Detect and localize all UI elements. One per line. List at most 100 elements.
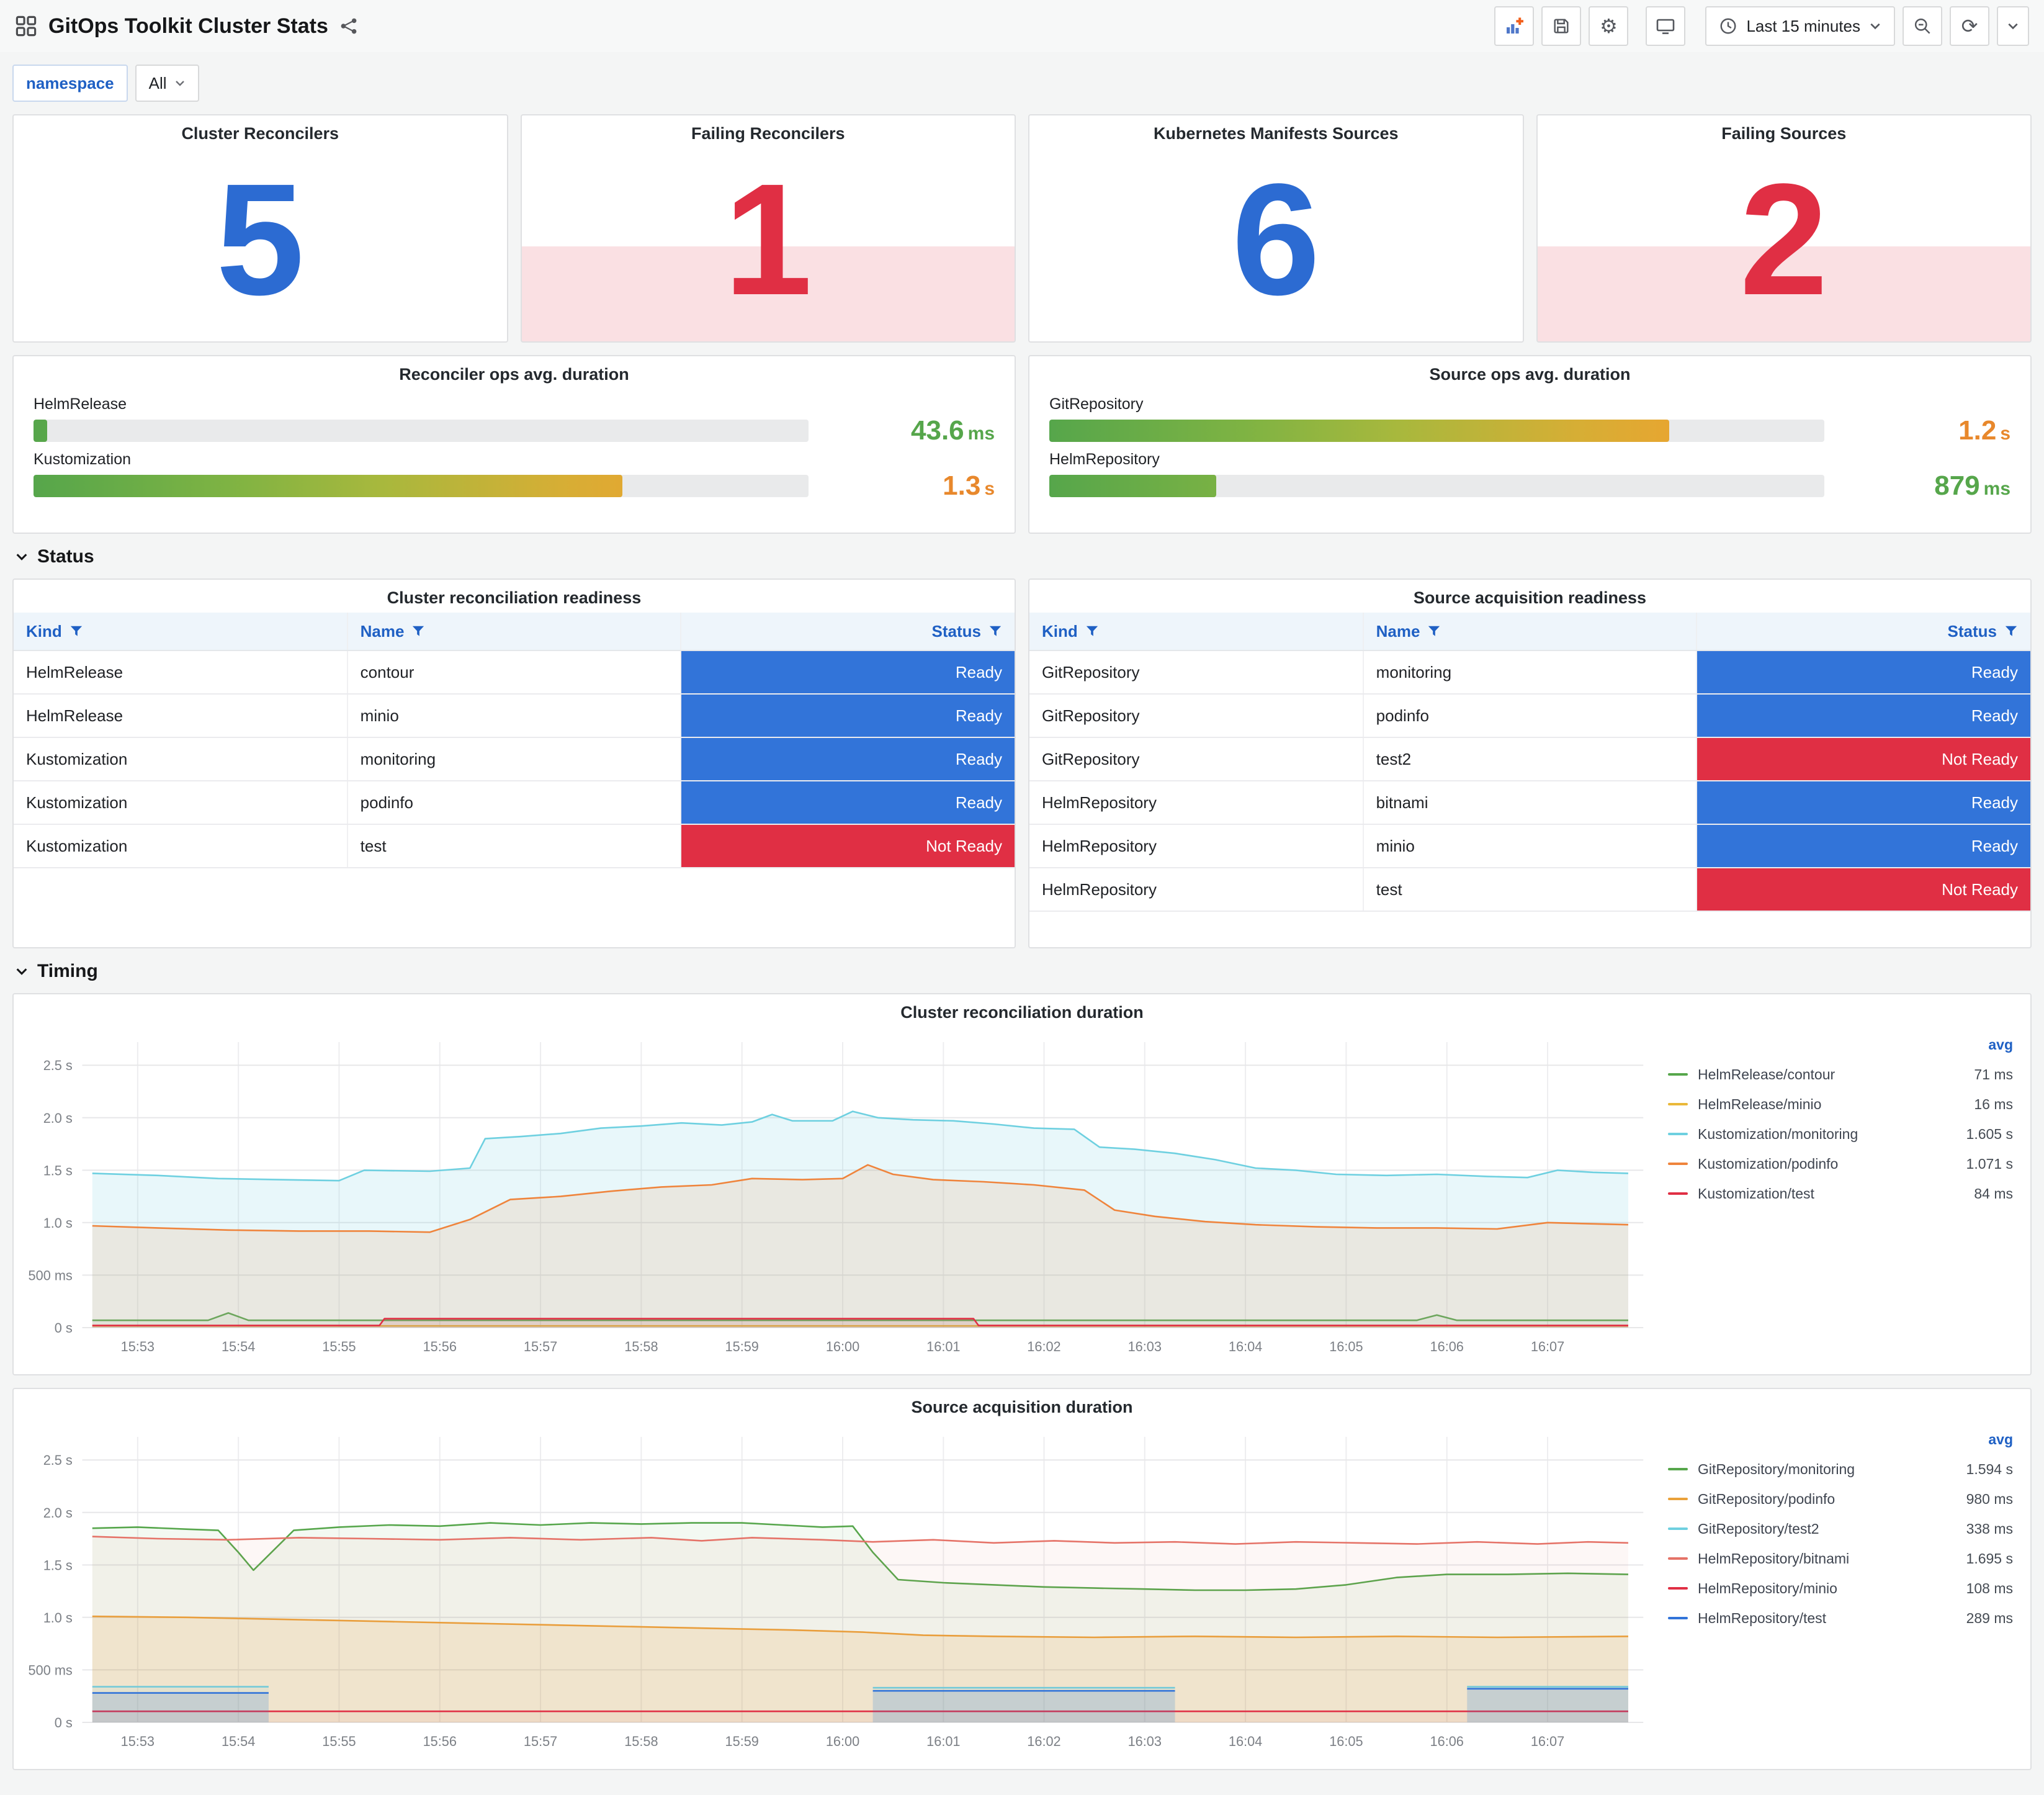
table-row: GitRepository podinfo Ready bbox=[1029, 694, 2030, 738]
add-panel-button[interactable] bbox=[1494, 6, 1535, 46]
cell-name: podinfo bbox=[347, 781, 682, 825]
gauge-label: GitRepository bbox=[1049, 395, 1144, 413]
legend-item[interactable]: HelmRelease/minio 16 ms bbox=[1668, 1089, 2013, 1119]
gauge-fill bbox=[34, 420, 48, 442]
series-avg-value: 71 ms bbox=[1974, 1066, 2013, 1082]
svg-text:16:01: 16:01 bbox=[926, 1339, 960, 1354]
section-timing[interactable]: Timing bbox=[15, 961, 2029, 982]
panel-title[interactable]: Source ops avg. duration bbox=[1029, 356, 2030, 389]
filter-funnel-icon[interactable] bbox=[2004, 624, 2018, 638]
panel-title[interactable]: Failing Sources bbox=[1538, 115, 2030, 148]
series-color-dash bbox=[1668, 1163, 1688, 1165]
svg-text:16:06: 16:06 bbox=[1430, 1339, 1464, 1354]
refresh-interval-button[interactable] bbox=[1997, 6, 2029, 46]
variable-value-dropdown[interactable]: All bbox=[135, 65, 199, 102]
time-range-picker[interactable]: Last 15 minutes bbox=[1705, 6, 1895, 46]
cell-kind: HelmRelease bbox=[14, 650, 348, 695]
svg-text:0 s: 0 s bbox=[55, 1320, 73, 1336]
series-color-dash bbox=[1668, 1073, 1688, 1076]
zoom-out-time-button[interactable] bbox=[1903, 6, 1942, 46]
column-header-status[interactable]: Status bbox=[1697, 613, 2030, 651]
svg-text:2.0 s: 2.0 s bbox=[43, 1110, 73, 1126]
svg-text:16:03: 16:03 bbox=[1128, 1339, 1162, 1354]
top-bar: GitOps Toolkit Cluster Stats ⚙ Last 15 m… bbox=[0, 0, 2044, 52]
tables-row: Cluster reconciliation readiness Kind Nam… bbox=[12, 578, 2032, 948]
svg-text:16:04: 16:04 bbox=[1229, 1339, 1262, 1354]
legend-item[interactable]: Kustomization/test 84 ms bbox=[1668, 1179, 2013, 1208]
column-header-kind[interactable]: Kind bbox=[1029, 613, 1364, 651]
bar-gauge: HelmRelease 43.6 ms bbox=[34, 395, 995, 444]
cycle-view-button[interactable] bbox=[1646, 6, 1686, 46]
share-icon[interactable] bbox=[339, 17, 358, 35]
legend-item[interactable]: GitRepository/test2 338 ms bbox=[1668, 1514, 2013, 1544]
chart-legend: avg HelmRelease/contour 71 ms HelmRelease/m… bbox=[1656, 1027, 2020, 1360]
section-status[interactable]: Status bbox=[15, 546, 2029, 567]
panel-title[interactable]: Cluster reconciliation readiness bbox=[14, 580, 1015, 613]
legend-item[interactable]: HelmRepository/test 289 ms bbox=[1668, 1603, 2013, 1633]
stat-value: 5 bbox=[216, 151, 305, 329]
legend-item[interactable]: HelmRepository/minio 108 ms bbox=[1668, 1573, 2013, 1603]
filter-funnel-icon[interactable] bbox=[69, 624, 83, 638]
cell-kind: Kustomization bbox=[14, 781, 348, 825]
legend-item[interactable]: GitRepository/podinfo 980 ms bbox=[1668, 1484, 2013, 1514]
gauges-row: Reconciler ops avg. duration HelmRelease… bbox=[12, 355, 2032, 534]
filter-funnel-icon[interactable] bbox=[1085, 624, 1099, 638]
panel-title[interactable]: Failing Reconcilers bbox=[522, 115, 1015, 148]
legend-item[interactable]: HelmRepository/bitnami 1.695 s bbox=[1668, 1544, 2013, 1573]
svg-text:16:07: 16:07 bbox=[1531, 1734, 1564, 1749]
status-badge: Not Ready bbox=[681, 824, 1015, 868]
series-avg-value: 1.594 s bbox=[1966, 1460, 2013, 1477]
column-header-status[interactable]: Status bbox=[681, 613, 1015, 651]
panel-title[interactable]: Kubernetes Manifests Sources bbox=[1029, 115, 1522, 148]
filter-funnel-icon[interactable] bbox=[1427, 624, 1441, 638]
refresh-button[interactable]: ⟳ bbox=[1950, 6, 1989, 46]
series-avg-value: 1.071 s bbox=[1966, 1155, 2013, 1172]
add-panel-icon bbox=[1507, 17, 1524, 34]
panel-title[interactable]: Source acquisition readiness bbox=[1029, 580, 2030, 613]
filter-funnel-icon[interactable] bbox=[988, 624, 1002, 638]
series-avg-value: 980 ms bbox=[1966, 1490, 2013, 1507]
table-panel-source-readiness: Source acquisition readiness Kind Name Sta… bbox=[1028, 578, 2032, 948]
gauge-track bbox=[34, 475, 809, 497]
svg-text:15:57: 15:57 bbox=[524, 1734, 557, 1749]
svg-text:500 ms: 500 ms bbox=[29, 1267, 73, 1283]
filter-funnel-icon[interactable] bbox=[411, 624, 425, 638]
time-series-plot[interactable]: 15:53 15:54 15:55 15:56 15:57 15:58 15:59 16:00… bbox=[14, 1422, 1656, 1755]
series-avg-value: 1.605 s bbox=[1966, 1125, 2013, 1142]
column-header-name[interactable]: Name bbox=[1363, 613, 1698, 651]
gauge-value: 1.2 s bbox=[1958, 415, 2010, 446]
cell-name: podinfo bbox=[1363, 694, 1698, 738]
panel-title[interactable]: Cluster reconciliation duration bbox=[14, 994, 2030, 1027]
gauge-track bbox=[1049, 475, 1824, 497]
status-badge: Not Ready bbox=[1697, 868, 2030, 912]
cell-kind: GitRepository bbox=[1029, 650, 1364, 695]
cell-kind: GitRepository bbox=[1029, 694, 1364, 738]
dashboard-settings-button[interactable]: ⚙ bbox=[1589, 6, 1629, 46]
cell-name: monitoring bbox=[1363, 650, 1698, 695]
gauge-value: 1.3 s bbox=[943, 470, 995, 501]
series-name: Kustomization/monitoring bbox=[1698, 1125, 1858, 1142]
column-header-name[interactable]: Name bbox=[347, 613, 682, 651]
series-color-dash bbox=[1668, 1498, 1688, 1500]
status-badge: Ready bbox=[1697, 824, 2030, 868]
series-avg-value: 1.695 s bbox=[1966, 1550, 2013, 1567]
status-badge: Not Ready bbox=[1697, 737, 2030, 781]
legend-item[interactable]: Kustomization/monitoring 1.605 s bbox=[1668, 1119, 2013, 1149]
cell-name: test bbox=[1363, 868, 1698, 912]
svg-text:16:02: 16:02 bbox=[1027, 1339, 1060, 1354]
legend-item[interactable]: Kustomization/podinfo 1.071 s bbox=[1668, 1149, 2013, 1179]
save-dashboard-button[interactable] bbox=[1541, 6, 1582, 46]
panel-title[interactable]: Cluster Reconcilers bbox=[14, 115, 506, 148]
legend-item[interactable]: GitRepository/monitoring 1.594 s bbox=[1668, 1454, 2013, 1484]
section-title: Status bbox=[37, 546, 94, 567]
bar-gauge: HelmRepository 879 ms bbox=[1049, 451, 2010, 500]
legend-item[interactable]: HelmRelease/contour 71 ms bbox=[1668, 1059, 2013, 1089]
column-header-kind[interactable]: Kind bbox=[14, 613, 348, 651]
panel-title[interactable]: Source acquisition duration bbox=[14, 1389, 2030, 1422]
panel-title[interactable]: Reconciler ops avg. duration bbox=[14, 356, 1015, 389]
gauge-panel-source-ops: Source ops avg. duration GitRepository 1… bbox=[1028, 355, 2032, 534]
stat-panel-failing-sources: Failing Sources 2 bbox=[1536, 114, 2032, 343]
stat-value: 2 bbox=[1739, 151, 1828, 329]
legend-avg-header: avg bbox=[1988, 1431, 2013, 1447]
time-series-plot[interactable]: 15:53 15:54 15:55 15:56 15:57 15:58 15:59 16:00… bbox=[14, 1027, 1656, 1360]
